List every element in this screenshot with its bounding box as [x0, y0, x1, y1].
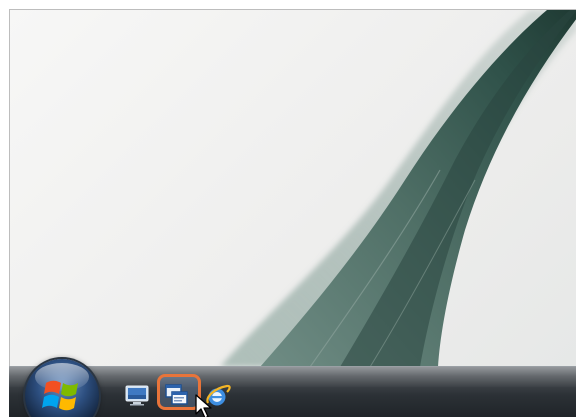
desktop[interactable]: [9, 9, 576, 367]
taskbar: [9, 359, 576, 417]
show-desktop-icon[interactable]: [124, 383, 150, 407]
switch-windows-icon[interactable]: [164, 383, 190, 407]
screen: [0, 0, 576, 417]
windows-logo-icon: [42, 380, 78, 411]
mouse-cursor-icon: [195, 394, 215, 417]
leaf-wallpaper-image: [220, 10, 576, 367]
